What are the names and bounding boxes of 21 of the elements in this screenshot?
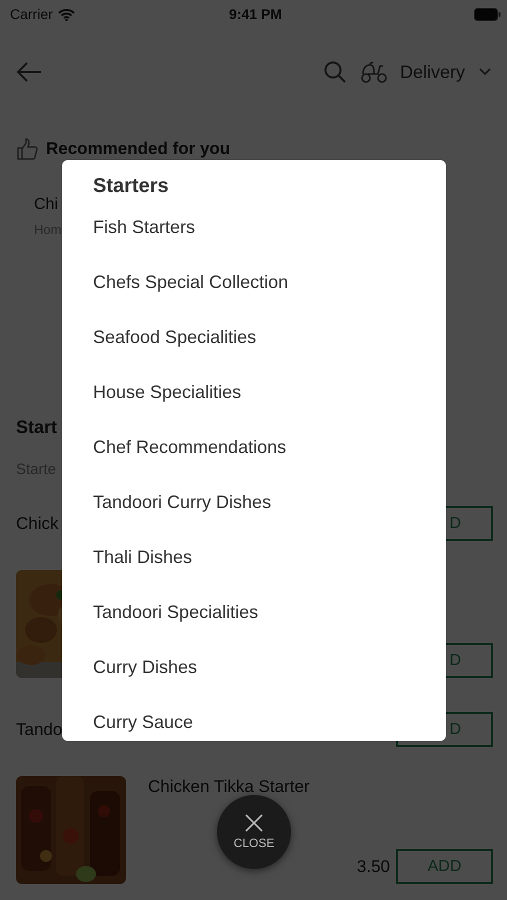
category-item[interactable]: Seafood Specialities bbox=[93, 325, 256, 349]
section-title: Recommended for you bbox=[46, 139, 230, 159]
price: 3.50 bbox=[356, 856, 390, 876]
category-item[interactable]: Curry Dishes bbox=[93, 655, 198, 679]
carrier-name: Carrier bbox=[10, 6, 53, 22]
category-item[interactable]: Chefs Special Collection bbox=[93, 270, 288, 294]
category-item[interactable]: Curry Sauce bbox=[93, 710, 194, 734]
category-item[interactable]: Thali Dishes bbox=[93, 545, 192, 569]
category-item[interactable]: Fish Starters bbox=[93, 215, 196, 239]
section-title: Start bbox=[16, 416, 58, 439]
category-item[interactable]: Chef Recommendations bbox=[93, 435, 286, 459]
dish-name: Tando bbox=[16, 720, 62, 740]
dish-name: Chick bbox=[16, 514, 59, 534]
sheet-title: Starters bbox=[93, 174, 170, 199]
dish-name: Chi bbox=[34, 195, 58, 215]
category-item[interactable]: Tandoori Specialities bbox=[93, 600, 258, 624]
close-icon bbox=[245, 814, 263, 832]
dish-name: Chicken Tikka Starter bbox=[148, 778, 310, 796]
category-item[interactable]: Tandoori Curry Dishes bbox=[93, 490, 272, 514]
category-item[interactable]: House Specialities bbox=[93, 380, 242, 404]
clock-time: 9:41 PM bbox=[229, 6, 282, 22]
